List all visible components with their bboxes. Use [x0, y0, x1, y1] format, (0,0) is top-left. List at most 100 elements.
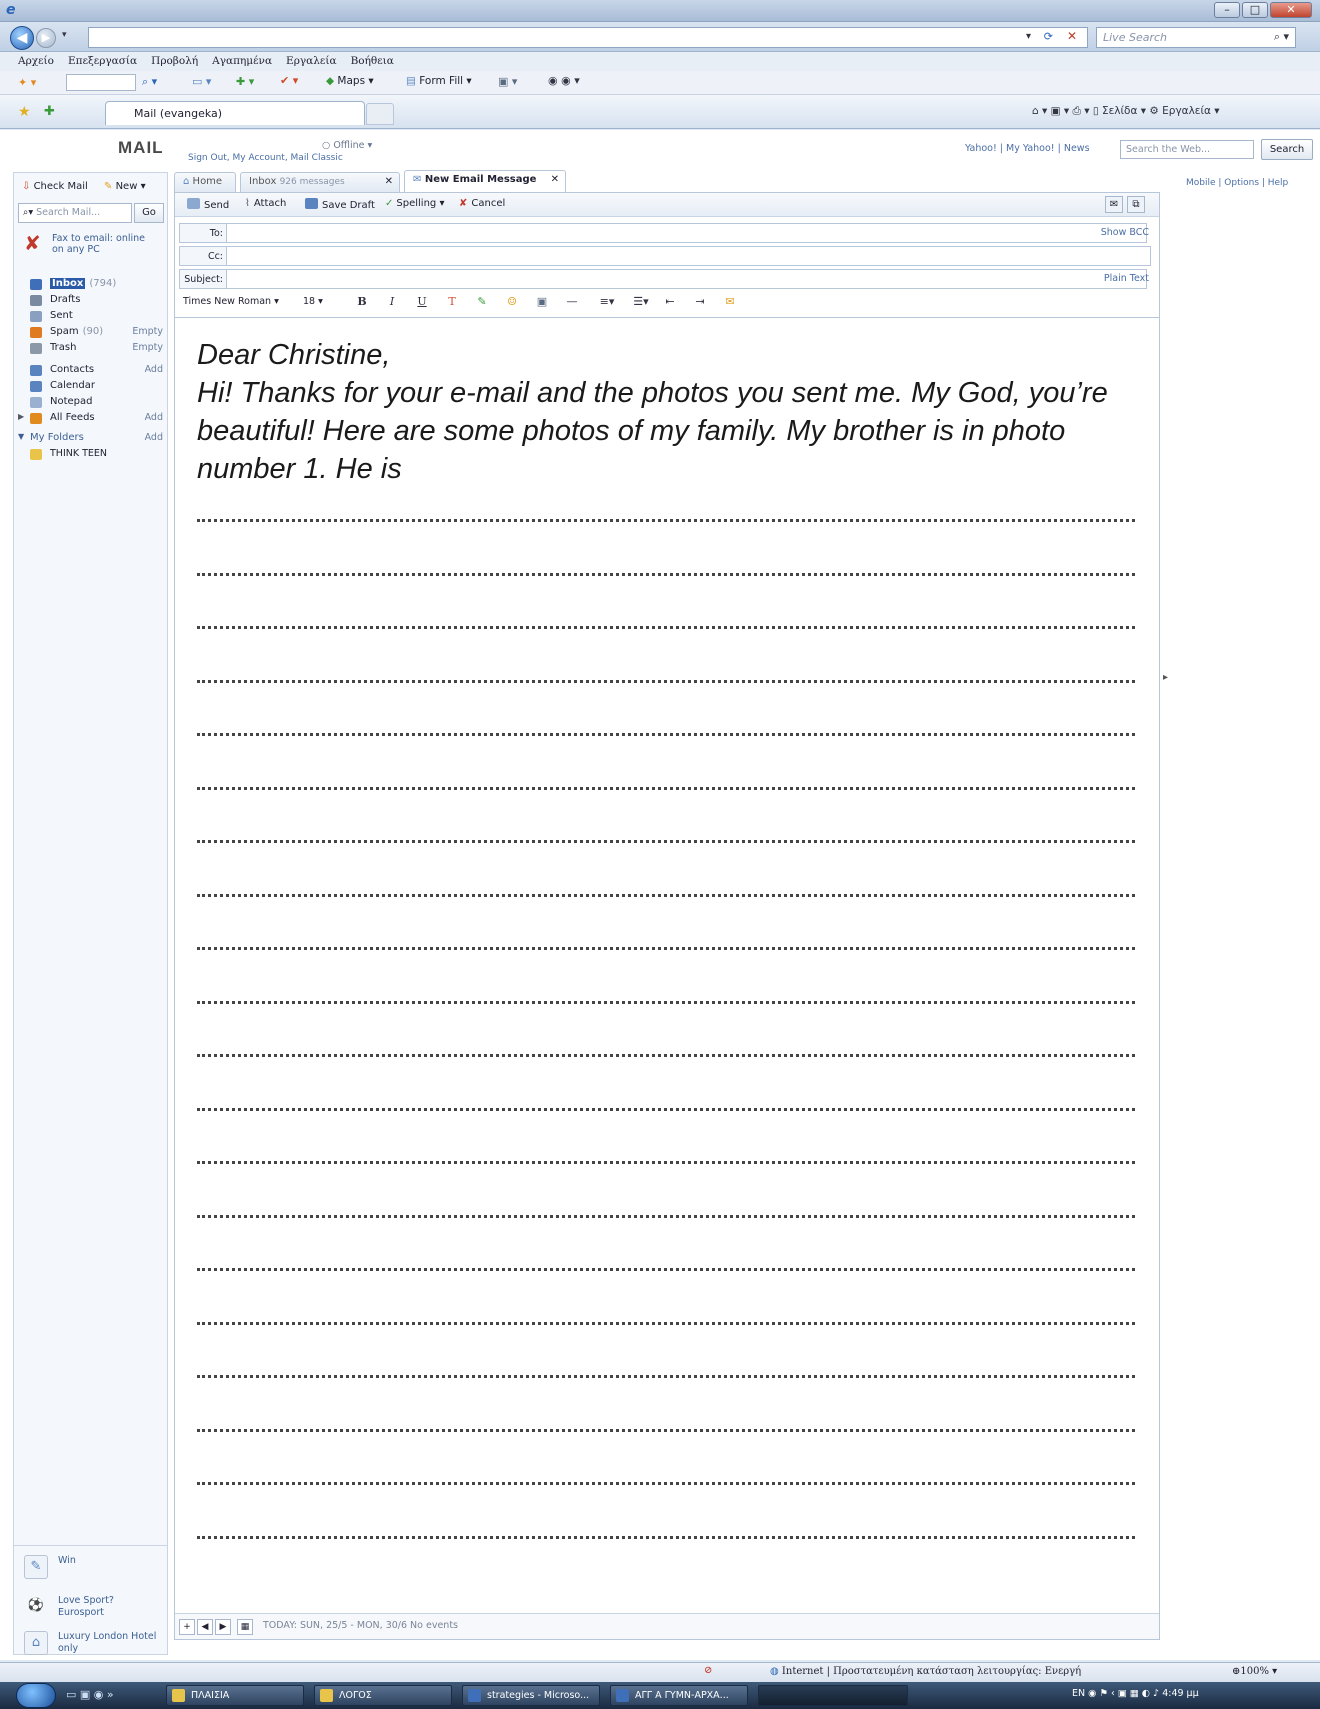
- text-color-icon[interactable]: T: [443, 293, 461, 311]
- web-search-button[interactable]: Search: [1261, 139, 1313, 160]
- notepad-link[interactable]: Notepad: [14, 395, 169, 411]
- all-feeds-link[interactable]: ▶ All Feeds Add: [14, 411, 169, 427]
- web-search-input[interactable]: Search the Web...: [1120, 140, 1254, 159]
- bold-icon[interactable]: B: [353, 293, 371, 311]
- subject-field[interactable]: [227, 269, 1147, 289]
- promo-win[interactable]: ✎ Win: [18, 1553, 164, 1587]
- empty-spam-link[interactable]: Empty: [132, 326, 163, 337]
- popup-blocker-icon[interactable]: ⊘: [704, 1665, 712, 1676]
- highlight-icon[interactable]: ✎: [473, 293, 491, 311]
- promo-hotel[interactable]: ⌂ Luxury London Hotel only: [18, 1629, 164, 1663]
- folder-think-teen[interactable]: THINK TEEN: [14, 447, 169, 463]
- forward-button[interactable]: ▶: [36, 28, 56, 48]
- back-button[interactable]: ◀: [10, 26, 34, 50]
- toolbar-window-icon[interactable]: ▭ ▾: [192, 75, 211, 88]
- mail-logo[interactable]: MAIL: [118, 138, 164, 158]
- search-icon[interactable]: ⌕ ▾: [1274, 30, 1289, 44]
- folder-spam[interactable]: Spam (90) Empty: [14, 325, 169, 341]
- prev-icon[interactable]: ◀: [197, 1619, 213, 1635]
- italic-icon[interactable]: I: [383, 293, 401, 311]
- taskbar-item-plaisia[interactable]: ΠΛΑΙΣΙΑ: [166, 1685, 304, 1706]
- zoom-level[interactable]: ⊕100% ▾: [1232, 1666, 1277, 1677]
- offline-toggle[interactable]: ○ Offline ▾: [322, 140, 372, 151]
- cc-field[interactable]: [227, 246, 1151, 266]
- tab-home[interactable]: ⌂ Home: [174, 172, 236, 192]
- history-dropdown-icon[interactable]: ▾: [62, 30, 67, 40]
- folder-sent[interactable]: Sent: [14, 309, 169, 325]
- folder-inbox[interactable]: Inbox (794): [14, 277, 169, 293]
- image-icon[interactable]: ▣: [533, 293, 551, 311]
- toolbar-search-icon[interactable]: ⌕ ▾: [142, 75, 157, 89]
- folder-drafts[interactable]: Drafts: [14, 293, 169, 309]
- message-body[interactable]: Dear Christine, Hi! Thanks for your e-ma…: [175, 317, 1159, 1613]
- menu-file[interactable]: Αρχείο: [18, 55, 54, 68]
- maximize-button[interactable]: □: [1242, 2, 1268, 18]
- feeds-icon[interactable]: ▣ ▾: [1051, 105, 1070, 117]
- cc-label[interactable]: Cc:: [179, 246, 227, 266]
- taskbar-item-strategies[interactable]: strategies - Microso...: [462, 1685, 600, 1706]
- menu-view[interactable]: Προβολή: [151, 55, 198, 68]
- toolbar-extra-icons[interactable]: ◉ ◉ ▾: [548, 74, 580, 87]
- next-icon[interactable]: ▶: [215, 1619, 231, 1635]
- minimize-button[interactable]: –: [1214, 2, 1240, 18]
- close-tab-icon[interactable]: ✕: [385, 176, 393, 187]
- clock[interactable]: 4:49 μμ: [1162, 1688, 1198, 1699]
- close-tab-icon[interactable]: ✕: [551, 174, 559, 185]
- check-mail-button[interactable]: ⇩ Check Mail: [22, 181, 88, 192]
- yahoo-links[interactable]: Yahoo! | My Yahoo! | News: [965, 143, 1090, 154]
- search-mail-input[interactable]: ⌕▾ Search Mail...: [18, 203, 132, 223]
- my-folders-header[interactable]: ▼ My Folders Add: [14, 431, 169, 447]
- panel-collapse-arrow-icon[interactable]: ▸: [1163, 672, 1168, 683]
- taskbar-item-logos[interactable]: ΛΟΓΟΣ: [314, 1685, 452, 1706]
- cancel-button[interactable]: ✘ Cancel: [459, 198, 505, 209]
- fax-promo[interactable]: ✘ Fax to email: online on any PC: [22, 231, 162, 261]
- favorites-star-icon[interactable]: ★: [18, 104, 31, 120]
- page-menu[interactable]: ▯ Σελίδα ▾: [1093, 105, 1146, 117]
- contacts-link[interactable]: Contacts Add: [14, 363, 169, 379]
- plain-text-link[interactable]: Plain Text: [1104, 273, 1149, 284]
- show-bcc-link[interactable]: Show BCC: [1101, 227, 1149, 238]
- outdent-icon[interactable]: ⇤: [661, 293, 679, 311]
- list-icon[interactable]: ☰▾: [627, 293, 655, 311]
- toolbar-check-icon[interactable]: ✔ ▾: [280, 74, 298, 87]
- toolbar-rss-icon[interactable]: ▣ ▾: [498, 75, 517, 88]
- refresh-icon[interactable]: ⟳: [1044, 30, 1053, 43]
- send-button[interactable]: Send: [187, 198, 229, 211]
- print-icon[interactable]: ⎙ ▾: [1073, 105, 1090, 117]
- promo-eurosport[interactable]: ⚽ Love Sport? Eurosport: [18, 1593, 164, 1627]
- account-links[interactable]: Sign Out, My Account, Mail Classic: [188, 153, 343, 163]
- home-icon[interactable]: ⌂ ▾: [1032, 105, 1047, 117]
- message-text[interactable]: Dear Christine, Hi! Thanks for your e-ma…: [197, 336, 1137, 488]
- add-event-icon[interactable]: +: [179, 1619, 195, 1635]
- attach-button[interactable]: ⌇ Attach: [245, 198, 286, 209]
- menu-help[interactable]: Βοήθεια: [351, 55, 394, 68]
- menu-tools[interactable]: Εργαλεία: [286, 55, 337, 68]
- new-button[interactable]: ✎ New ▾: [104, 181, 146, 192]
- save-draft-button[interactable]: Save Draft: [305, 198, 375, 211]
- tab-new-email[interactable]: ✉ New Email Message ✕: [404, 170, 566, 192]
- stationery-icon[interactable]: ✉: [721, 293, 739, 311]
- url-field[interactable]: ▾ ⟳ ✕: [88, 27, 1088, 48]
- horizontal-rule-icon[interactable]: —: [563, 293, 581, 311]
- ie-tab-mail[interactable]: Mail (evangeka): [105, 101, 365, 125]
- tab-inbox[interactable]: Inbox 926 messages ✕: [240, 172, 400, 192]
- align-icon[interactable]: ≡▾: [593, 293, 621, 311]
- start-button[interactable]: [16, 1683, 56, 1708]
- empty-trash-link[interactable]: Empty: [132, 342, 163, 353]
- indent-icon[interactable]: ⇥: [691, 293, 709, 311]
- toolbar-search-input[interactable]: [66, 74, 136, 91]
- menu-favorites[interactable]: Αγαπημένα: [212, 55, 272, 68]
- security-zone[interactable]: ◍ Internet | Προστατευμένη κατάσταση λει…: [770, 1666, 1081, 1677]
- toolbar-plus-icon[interactable]: ✚ ▾: [236, 75, 254, 88]
- calendar-link[interactable]: Calendar: [14, 379, 169, 395]
- options-links[interactable]: Mobile | Options | Help: [1186, 178, 1288, 188]
- toolbar-maps[interactable]: ◆ Maps ▾: [326, 75, 374, 87]
- collapse-arrow-icon[interactable]: ▼: [18, 432, 24, 441]
- popout-icon[interactable]: ⧉: [1127, 196, 1145, 213]
- font-size-select[interactable]: 18 ▾: [299, 293, 327, 311]
- spelling-button[interactable]: ✓ Spelling ▾: [385, 198, 444, 209]
- add-folder-link[interactable]: Add: [145, 432, 163, 443]
- add-feed-link[interactable]: Add: [145, 412, 163, 423]
- envelope-view-icon[interactable]: ✉: [1105, 196, 1123, 213]
- emoticon-icon[interactable]: ☺: [503, 293, 521, 311]
